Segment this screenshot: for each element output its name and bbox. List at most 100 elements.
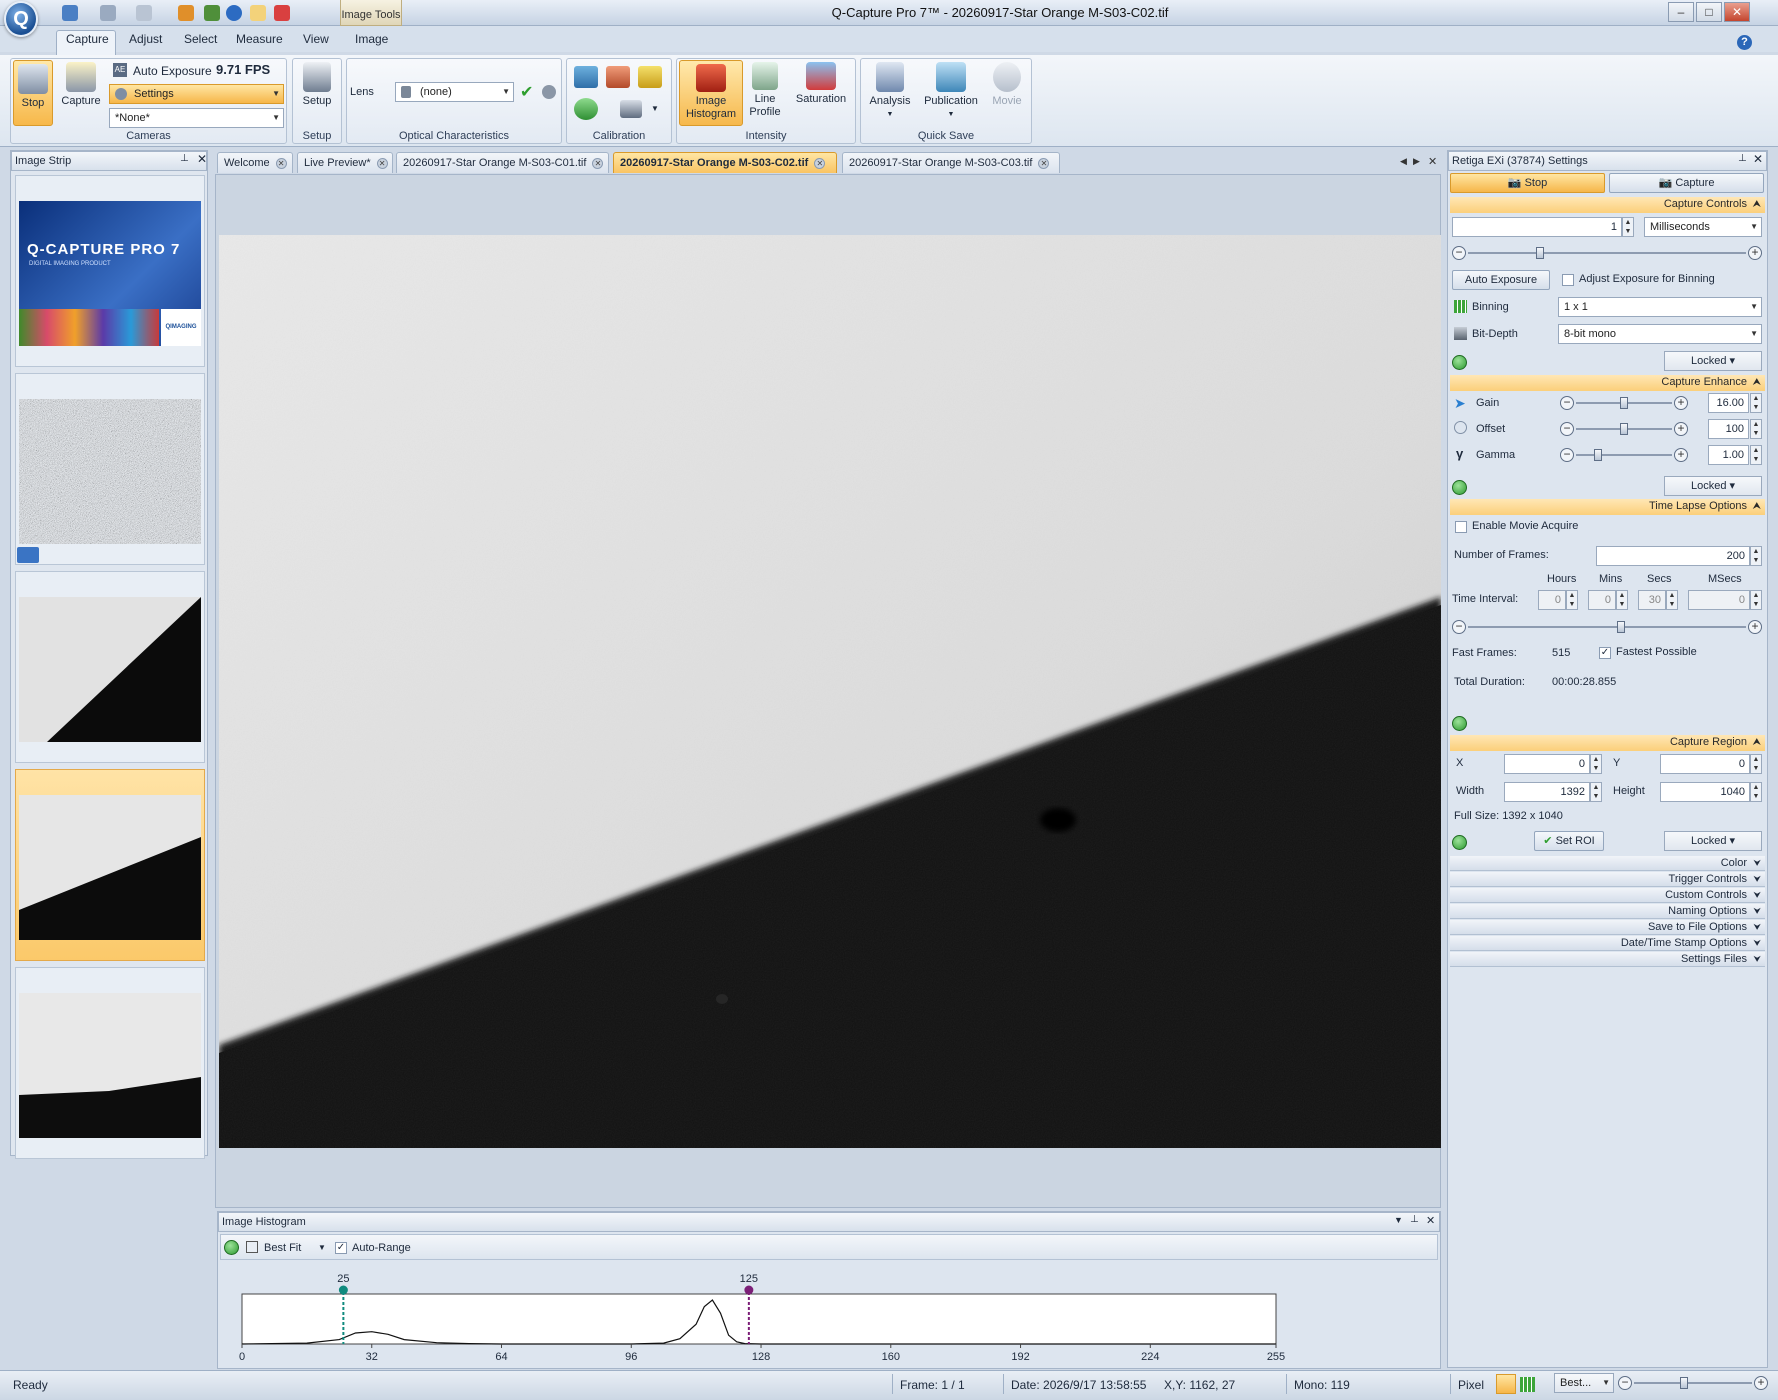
histogram-marker-handle[interactable] <box>744 1285 754 1295</box>
close-icon[interactable]: ✕ <box>275 157 287 169</box>
tab-c01[interactable]: 20260917-Star Orange M-S03-C01.tif ✕ <box>396 152 609 173</box>
close-icon[interactable]: ✕ <box>1428 155 1437 168</box>
redo-icon[interactable] <box>136 5 152 21</box>
pointer-icon[interactable] <box>250 5 266 21</box>
capture-controls-header[interactable]: Capture Controls ⮝ <box>1450 197 1765 213</box>
pin-icon[interactable]: ⊥ <box>1738 153 1747 164</box>
msecs-field[interactable]: 0 <box>1688 590 1750 610</box>
calibration-camera-icon[interactable] <box>574 66 598 88</box>
calibration-paint-icon[interactable] <box>606 66 630 88</box>
frames-field[interactable]: 200 <box>1596 546 1750 566</box>
set-roi-button[interactable]: ✔ Set ROI <box>1534 831 1604 851</box>
zoom-slider[interactable]: − + <box>1618 1376 1768 1390</box>
histogram-marker-handle[interactable] <box>338 1285 348 1295</box>
tab-view[interactable]: View <box>303 32 329 46</box>
thumbnail-c02-selected[interactable] <box>15 769 205 961</box>
minus-icon[interactable]: − <box>1560 396 1574 410</box>
annotate-icon[interactable] <box>178 5 194 21</box>
minus-icon[interactable]: − <box>1560 448 1574 462</box>
info-icon[interactable] <box>226 5 242 21</box>
capture-enhance-header[interactable]: Capture Enhance ⮝ <box>1450 375 1765 391</box>
save-icon[interactable] <box>62 5 78 21</box>
apply-check-icon[interactable]: ✔ <box>520 82 533 102</box>
gamma-slider[interactable]: − + <box>1560 448 1688 462</box>
close-icon[interactable]: ✕ <box>376 157 388 169</box>
calibration-refresh-icon[interactable] <box>574 98 598 120</box>
refresh-icon[interactable] <box>1452 835 1467 850</box>
thumbnail-c03[interactable] <box>15 967 205 1159</box>
roi-x-field[interactable]: 0 <box>1504 754 1590 774</box>
custom-controls-section[interactable]: Custom Controls ⮟ <box>1450 888 1765 903</box>
roi-height-spinner[interactable]: ▲ ▼ <box>1750 782 1762 802</box>
bit-depth-dropdown[interactable]: 8-bit mono ▼ <box>1558 324 1762 344</box>
tab-select[interactable]: Select <box>184 32 217 46</box>
maximize-button[interactable]: □ <box>1696 2 1722 22</box>
hours-spinner[interactable]: ▲ ▼ <box>1566 590 1578 610</box>
roi-y-spinner[interactable]: ▲ ▼ <box>1750 754 1762 774</box>
best-fit-button[interactable]: Best Fit <box>264 1242 301 1254</box>
naming-options-section[interactable]: Naming Options ⮟ <box>1450 904 1765 919</box>
settings-capture-button[interactable]: 📷 Capture <box>1609 173 1764 193</box>
offset-slider[interactable]: − + <box>1560 422 1688 436</box>
hours-field[interactable]: 0 <box>1538 590 1566 610</box>
save-to-file-section[interactable]: Save to File Options ⮟ <box>1450 920 1765 935</box>
settings-stop-button[interactable]: 📷 Stop <box>1450 173 1605 193</box>
calibration-ruler-icon[interactable] <box>638 66 662 88</box>
secs-spinner[interactable]: ▲ ▼ <box>1666 590 1678 610</box>
app-logo-icon[interactable]: Q <box>4 1 38 37</box>
exposure-slider[interactable]: − + <box>1452 246 1762 260</box>
tab-capture[interactable]: Capture <box>66 32 109 46</box>
tab-scroll-right-icon[interactable]: ▶ <box>1413 156 1420 167</box>
plus-icon[interactable]: + <box>1748 620 1762 634</box>
slider-thumb[interactable] <box>1616 621 1625 633</box>
tab-welcome[interactable]: Welcome ✕ <box>217 152 293 173</box>
histogram-chart[interactable]: 0 32 64 96 128 160 192 224 255 25 125 <box>218 1264 1438 1368</box>
tab-live-preview[interactable]: Live Preview* ✕ <box>297 152 393 173</box>
roi-width-field[interactable]: 1392 <box>1504 782 1590 802</box>
roi-x-spinner[interactable]: ▲ ▼ <box>1590 754 1602 774</box>
msecs-spinner[interactable]: ▲ ▼ <box>1750 590 1762 610</box>
close-icon[interactable]: ✕ <box>592 157 604 169</box>
tab-measure[interactable]: Measure <box>236 32 283 46</box>
refresh-icon[interactable] <box>224 1240 239 1255</box>
close-icon[interactable]: ✕ <box>1753 152 1763 166</box>
thumbnail-live-preview[interactable] <box>15 373 205 565</box>
minus-icon[interactable]: − <box>1618 1376 1632 1390</box>
exposure-unit-dropdown[interactable]: Milliseconds ▼ <box>1644 217 1762 237</box>
pin-icon[interactable]: ⊥ <box>180 153 189 164</box>
color-section[interactable]: Color ⮟ <box>1450 856 1765 871</box>
capture-region-lock-dropdown[interactable]: Locked ▾ <box>1664 831 1762 851</box>
close-button[interactable]: ✕ <box>1724 2 1750 22</box>
exposure-spinner[interactable]: ▲ ▼ <box>1622 217 1634 237</box>
plus-icon[interactable]: + <box>1674 448 1688 462</box>
interval-slider[interactable]: − + <box>1452 620 1762 634</box>
capture-controls-lock-dropdown[interactable]: Locked ▾ <box>1664 351 1762 371</box>
setup-button[interactable]: Setup <box>296 62 338 108</box>
fastest-possible-checkbox[interactable]: ✓ <box>1599 647 1611 659</box>
roi-height-field[interactable]: 1040 <box>1660 782 1750 802</box>
grid-view-icon[interactable] <box>1520 1377 1535 1392</box>
refresh-icon[interactable] <box>1452 355 1467 370</box>
refresh-icon[interactable] <box>1452 480 1467 495</box>
enable-movie-checkbox[interactable] <box>1455 521 1467 533</box>
slider-thumb[interactable] <box>1535 247 1544 259</box>
time-lapse-header[interactable]: Time Lapse Options ⮝ <box>1450 499 1765 515</box>
plus-icon[interactable]: + <box>1674 396 1688 410</box>
tab-c03[interactable]: 20260917-Star Orange M-S03-C03.tif ✕ <box>842 152 1060 173</box>
gain-slider[interactable]: − + <box>1560 396 1688 410</box>
chevron-down-icon[interactable]: ▼ <box>318 1243 326 1252</box>
slider-thumb[interactable] <box>1620 423 1628 435</box>
settings-dropdown[interactable]: Settings ▼ <box>109 84 284 104</box>
pin-icon[interactable]: ⊥ <box>1410 1214 1419 1225</box>
slider-thumb[interactable] <box>1620 397 1628 409</box>
secs-field[interactable]: 30 <box>1638 590 1666 610</box>
minus-icon[interactable]: − <box>1452 246 1466 260</box>
image-histogram-button[interactable]: Image Histogram <box>679 60 743 126</box>
preset-dropdown[interactable]: *None* ▼ <box>109 108 284 128</box>
minimize-button[interactable]: – <box>1668 2 1694 22</box>
delete-icon[interactable] <box>274 5 290 21</box>
print-icon[interactable] <box>204 5 220 21</box>
calibration-camera-menu-icon[interactable] <box>620 100 642 118</box>
exposure-field[interactable]: 1 <box>1452 217 1622 237</box>
help-icon[interactable]: ? <box>1737 35 1752 50</box>
